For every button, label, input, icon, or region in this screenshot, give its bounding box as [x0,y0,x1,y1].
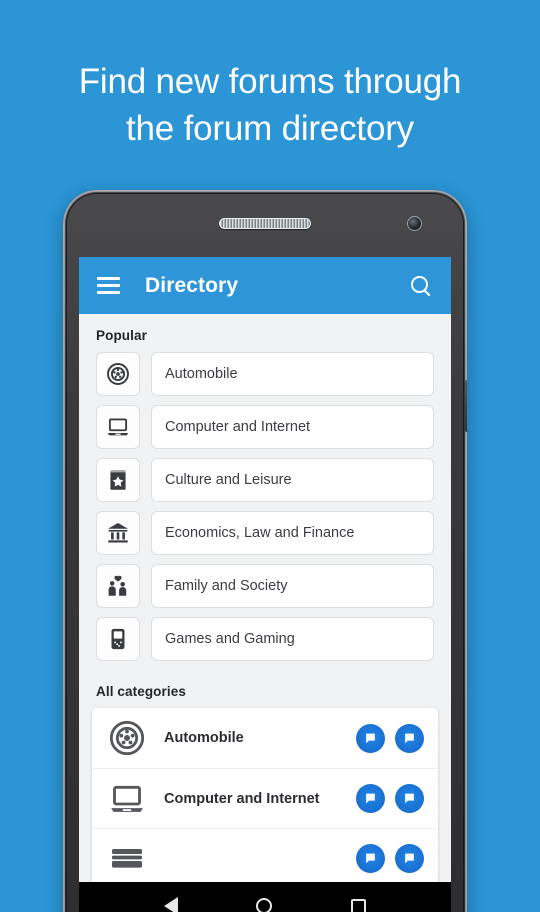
promo-headline: Find new forums through the forum direct… [0,58,540,152]
popular-list: Automobile Computer and Internet Culture… [79,352,451,661]
list-item-label: Computer and Internet [151,405,434,449]
row-badges [356,784,424,813]
power-button[interactable] [465,380,467,432]
list-item-label: Automobile [151,352,434,396]
list-item[interactable]: Economics, Law and Finance [96,511,434,555]
laptop-icon [106,778,148,820]
forum-badge-icon[interactable] [395,723,424,753]
wheel-icon [96,352,140,396]
search-icon[interactable] [409,274,433,298]
forum-badge-icon[interactable] [356,844,385,873]
back-triangle-icon[interactable] [164,897,179,912]
book-icon [106,838,148,880]
table-row[interactable]: Computer and Internet [92,768,438,828]
row-badges [356,844,424,873]
bank-icon [96,511,140,555]
row-badges [356,723,424,753]
list-item[interactable]: Automobile [96,352,434,396]
hamburger-menu-icon[interactable] [97,277,120,294]
android-navigation-bar [79,882,451,912]
directory-scroll-body[interactable]: Popular Automobile Computer and Internet… [79,314,451,912]
front-camera-icon [407,216,422,231]
table-row[interactable]: Automobile [92,708,438,768]
table-row[interactable] [92,828,438,888]
phone-device-mockup: Directory Popular Automobile Computer an… [63,190,467,912]
list-item-label: Culture and Leisure [151,458,434,502]
table-cell-label: Computer and Internet [164,790,320,807]
list-item[interactable]: Computer and Internet [96,405,434,449]
list-item-label: Family and Society [151,564,434,608]
forum-badge-icon[interactable] [356,784,385,813]
list-item[interactable]: Family and Society [96,564,434,608]
list-item-label: Economics, Law and Finance [151,511,434,555]
all-categories-list: Automobile Computer and Internet [79,708,451,888]
app-bar: Directory [79,257,451,314]
app-bar-title: Directory [145,273,239,297]
handheld-console-icon [96,617,140,661]
all-categories-section-title: All categories [96,684,186,699]
forum-badge-icon[interactable] [395,844,424,873]
popular-section-title: Popular [96,328,147,343]
family-heart-icon [96,564,140,608]
list-item[interactable]: Culture and Leisure [96,458,434,502]
headline-line-1: Find new forums through [78,62,462,101]
home-circle-icon[interactable] [256,898,273,912]
list-item[interactable]: Games and Gaming [96,617,434,661]
earpiece-speaker [219,218,311,229]
table-cell-label: Automobile [164,730,244,746]
laptop-icon [96,405,140,449]
phone-screen: Directory Popular Automobile Computer an… [79,257,451,912]
recents-square-icon[interactable] [350,898,366,912]
headline-line-2: the forum directory [126,109,414,148]
wheel-icon [106,717,148,759]
all-categories-card: Automobile Computer and Internet [92,708,438,888]
forum-badge-icon[interactable] [356,723,385,753]
list-item-label: Games and Gaming [151,617,434,661]
forum-badge-icon[interactable] [395,784,424,813]
book-star-icon [96,458,140,502]
